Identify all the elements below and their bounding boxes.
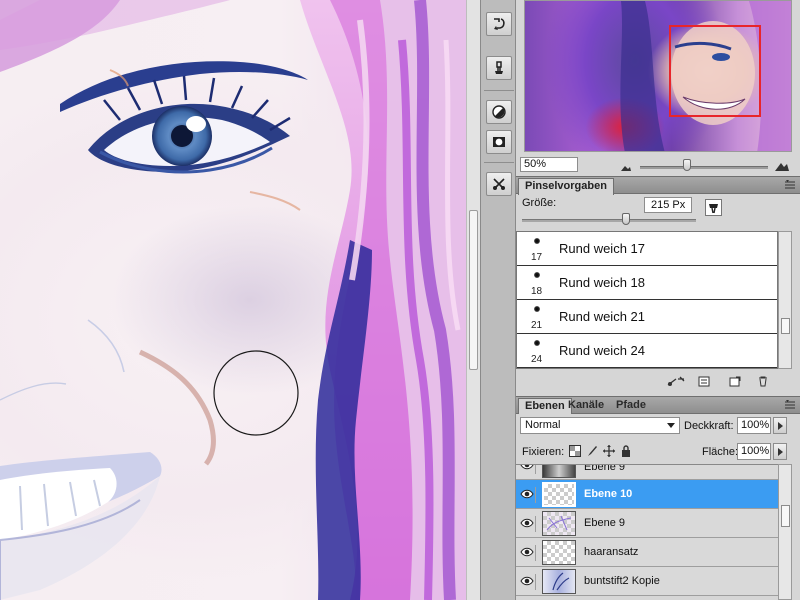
brush-tip-icon — [534, 306, 540, 312]
layer-list[interactable]: Ebene 9 Ebene 10 Ebene 9 haaransatz bunt… — [516, 464, 778, 600]
opacity-label: Deckkraft: — [684, 420, 734, 432]
brush-size-slider-track[interactable] — [522, 219, 696, 222]
panel-dock-toolstrip — [480, 0, 516, 600]
toolstrip-divider — [484, 90, 514, 91]
brush-presets-icon[interactable] — [486, 172, 512, 196]
brush-preset-row[interactable]: 18 Rund weich 18 — [517, 266, 777, 300]
layer-thumbnail — [542, 569, 576, 594]
masks-icon[interactable] — [486, 130, 512, 154]
brush-preset-list[interactable]: 16 17 Rund weich 17 18 Rund weich 18 21 … — [516, 231, 778, 369]
delete-preset-icon[interactable] — [757, 376, 769, 387]
lock-image-pixels-icon[interactable] — [586, 445, 598, 457]
navigator-view-box[interactable] — [669, 25, 761, 117]
brush-preset-size: 17 — [531, 252, 543, 263]
brush-preset-row[interactable]: 17 Rund weich 17 — [517, 232, 777, 266]
clone-source-icon[interactable] — [486, 56, 512, 80]
brush-preset-name: Rund weich 18 — [559, 275, 645, 290]
layer-name[interactable]: Ebene 9 — [584, 517, 625, 529]
brush-presets-panel-header: Pinselvorgaben — [516, 176, 800, 195]
lock-label: Fixieren: — [522, 446, 565, 458]
brush-presets-panel: Größe: 215 Px 16 17 Rund weich 17 18 — [516, 195, 800, 397]
eye-icon[interactable] — [520, 574, 536, 590]
layer-row[interactable]: Ebene 9 — [516, 509, 778, 538]
panel-menu-icon[interactable] — [784, 400, 796, 410]
photoshop-workspace: 50% Pinselvorgaben Größe: 215 Px 16 — [0, 0, 800, 600]
lock-position-icon[interactable] — [603, 445, 615, 457]
navigator-thumbnail[interactable] — [524, 0, 792, 152]
brush-size-field[interactable]: 215 Px — [644, 197, 692, 213]
image-canvas[interactable] — [0, 0, 466, 600]
brush-list-scroll-thumb[interactable] — [781, 318, 790, 334]
layer-list-scrollbar[interactable] — [778, 464, 792, 600]
layer-name[interactable]: Ebene 10 — [584, 488, 632, 500]
canvas-scroll-thumb[interactable] — [469, 210, 478, 370]
blend-mode-value: Normal — [525, 419, 561, 431]
brush-size-slider-knob[interactable] — [622, 213, 631, 225]
brush-cursor-circle — [213, 350, 299, 436]
layer-row[interactable]: Ebene 9 — [516, 465, 778, 480]
new-brush-preset-icon[interactable] — [705, 199, 722, 216]
layer-row[interactable]: haaransatz — [516, 538, 778, 567]
layer-name[interactable]: Ebene 9 — [584, 465, 625, 473]
eye-icon[interactable] — [520, 545, 536, 561]
brush-list-scrollbar[interactable] — [778, 231, 792, 369]
lock-transparent-pixels-icon[interactable] — [569, 445, 581, 457]
layer-row-selected[interactable]: Ebene 10 — [516, 480, 778, 509]
eye-icon[interactable] — [520, 465, 536, 474]
navigator-zoom-slider-track[interactable] — [640, 166, 768, 169]
layer-name[interactable]: buntstift2 Kopie — [584, 575, 660, 587]
adjustments-icon[interactable] — [486, 100, 512, 124]
brush-preset-row[interactable]: 21 Rund weich 21 — [517, 300, 777, 334]
brush-preset-size: 21 — [531, 320, 543, 331]
tab-paths[interactable]: Pfade — [610, 398, 652, 414]
brush-panel-footer — [516, 374, 800, 390]
tab-channels[interactable]: Kanäle — [562, 398, 610, 414]
navigator-panel: 50% — [516, 0, 800, 176]
opacity-slider-toggle-icon[interactable] — [773, 417, 787, 434]
panel-menu-icon[interactable] — [784, 180, 796, 190]
opacity-field[interactable]: 100% — [737, 417, 771, 434]
layer-row[interactable]: buntstift2 Kopie — [516, 567, 778, 596]
history-brush-icon[interactable] — [486, 12, 512, 36]
layers-panel-header: Ebenen Kanäle Pfade — [516, 396, 800, 415]
fill-field[interactable]: 100% — [737, 443, 771, 460]
blend-mode-select[interactable]: Normal — [520, 417, 680, 434]
zoom-in-mountain-icon[interactable] — [774, 160, 790, 172]
portrait-artwork — [0, 0, 466, 600]
zoom-out-mountain-icon[interactable] — [620, 162, 632, 172]
brush-size-label: Größe: — [522, 197, 557, 209]
new-preset-icon[interactable] — [729, 376, 741, 387]
brush-preset-name: Rund weich 21 — [559, 309, 645, 324]
canvas-vertical-scrollbar[interactable] — [466, 0, 480, 600]
layer-thumbnail — [542, 465, 576, 478]
brush-preset-size: 18 — [531, 286, 543, 297]
fill-slider-toggle-icon[interactable] — [773, 443, 787, 460]
brush-tip-icon — [534, 340, 540, 346]
layer-list-scroll-thumb[interactable] — [781, 505, 790, 527]
preset-manager-icon[interactable] — [698, 376, 710, 387]
toolstrip-divider — [484, 162, 514, 163]
brush-preset-row[interactable]: 24 Rund weich 24 — [517, 334, 777, 368]
brush-tip-icon — [534, 272, 540, 278]
eye-icon[interactable] — [520, 487, 536, 503]
layer-thumbnail — [542, 540, 576, 565]
brush-preset-size: 24 — [531, 354, 543, 365]
lock-all-icon[interactable] — [620, 445, 632, 457]
tab-brush-presets[interactable]: Pinselvorgaben — [518, 178, 614, 195]
layer-thumbnail — [542, 482, 576, 507]
eye-icon[interactable] — [520, 516, 536, 532]
brush-preset-name: Rund weich 17 — [559, 241, 645, 256]
fill-label: Fläche: — [702, 446, 739, 458]
layer-thumbnail — [542, 511, 576, 536]
layer-name[interactable]: haaransatz — [584, 546, 638, 558]
brush-preset-name: Rund weich 24 — [559, 343, 645, 358]
brush-tip-icon — [534, 238, 540, 244]
toggle-brush-panel-icon[interactable] — [666, 376, 686, 387]
right-panel-column: 50% Pinselvorgaben Größe: 215 Px 16 — [516, 0, 800, 600]
layers-panel: Normal Deckkraft: 100% Fixieren: Fläche:… — [516, 414, 800, 600]
navigator-zoom-slider-knob[interactable] — [683, 159, 691, 171]
chevron-down-icon — [667, 423, 675, 428]
navigator-zoom-field[interactable]: 50% — [520, 157, 578, 172]
